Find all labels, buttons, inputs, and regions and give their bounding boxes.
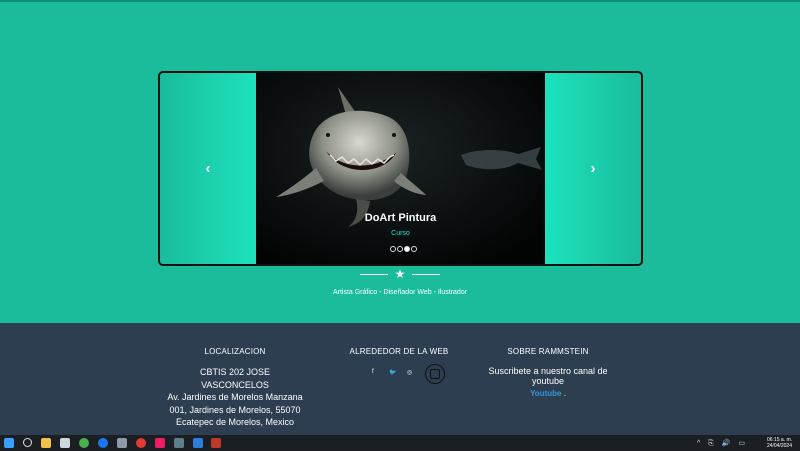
carousel-prev-button[interactable]: ‹ [160,73,256,264]
facebook-icon[interactable]: f [372,369,374,375]
system-tray-icons[interactable]: ^ ⎘ 🔊 ▭ [697,439,748,448]
chevron-right-icon: › [590,160,596,177]
footer-social: ALREDEDOR DE LA WEB f 🐦 ◎ [340,347,458,386]
carousel-indicator-4[interactable] [411,246,417,252]
carousel-indicator-1[interactable] [390,246,396,252]
divider-line-right [412,274,440,275]
carousel-next-button[interactable]: › [545,73,641,264]
footer: LOCALIZACION CBTIS 202 JOSE VASCONCELOS … [0,323,800,435]
web-heading: ALREDEDOR DE LA WEB [349,347,449,356]
location-heading: LOCALIZACION [204,347,266,356]
calculator-icon[interactable] [174,438,184,448]
store-icon[interactable] [60,438,70,448]
media-icon[interactable] [155,438,165,448]
youtube-line: Youtube . [478,389,618,398]
footer-location: LOCALIZACION CBTIS 202 JOSE VASCONCELOS … [165,347,305,429]
browser-icon[interactable] [136,438,146,448]
star-divider: ★ [360,267,440,281]
slide-subtitle: Curso [391,230,410,237]
start-icon[interactable] [4,438,14,448]
carousel-indicator-3[interactable] [404,246,410,252]
address-line: CBTIS 202 JOSE VASCONCELOS [199,367,271,390]
footer-about: SOBRE RAMMSTEIN Suscribete a nuestro can… [478,347,618,398]
search-icon[interactable] [23,438,32,447]
carousel-indicators [390,246,417,252]
facebook-app-icon[interactable] [98,438,108,448]
youtube-link[interactable]: Youtube [530,389,561,398]
carousel-indicator-2[interactable] [397,246,403,252]
instagram-icon[interactable] [425,364,445,384]
twitter-icon[interactable]: 🐦 [389,369,396,376]
app-icon[interactable] [117,438,127,448]
clock[interactable]: 06:15 a. m. 24/04/2024 [767,437,792,449]
about-text: Suscribete a nuestro canal de youtube [488,366,608,386]
clock-date: 24/04/2024 [766,443,792,449]
address-line: Ecatepec de Morelos, Mexico [175,417,295,427]
file-explorer-icon[interactable] [41,438,51,448]
divider-line-left [360,274,388,275]
youtube-suffix: . [561,389,566,398]
dribbble-icon[interactable]: ◎ [407,369,412,376]
address-line: 001, Jardines de Morelos, 55070 [169,404,301,415]
star-icon: ★ [394,267,406,281]
carousel-slide: DoArt Pintura Curso [256,73,545,264]
document-icon[interactable] [211,438,221,448]
address-line: Av. Jardines de Morelos Manzana [167,392,303,402]
address-block: CBTIS 202 JOSE VASCONCELOS Av. Jardines … [165,366,305,429]
vscode-icon[interactable] [193,438,203,448]
chrome-icon[interactable] [79,438,89,448]
image-carousel: ‹ DoArt Pintura Curso › [158,71,643,266]
top-strip [0,0,800,2]
taskbar: ^ ⎘ 🔊 ▭ 06:15 a. m. 24/04/2024 [0,435,800,451]
slide-title: DoArt Pintura [364,212,437,224]
about-heading: SOBRE RAMMSTEIN [507,347,589,356]
chevron-left-icon: ‹ [205,160,211,177]
social-links: f 🐦 ◎ [340,364,458,386]
hero-tagline: Artista Gráfico - Diseñador Web - Ilustr… [332,289,468,296]
